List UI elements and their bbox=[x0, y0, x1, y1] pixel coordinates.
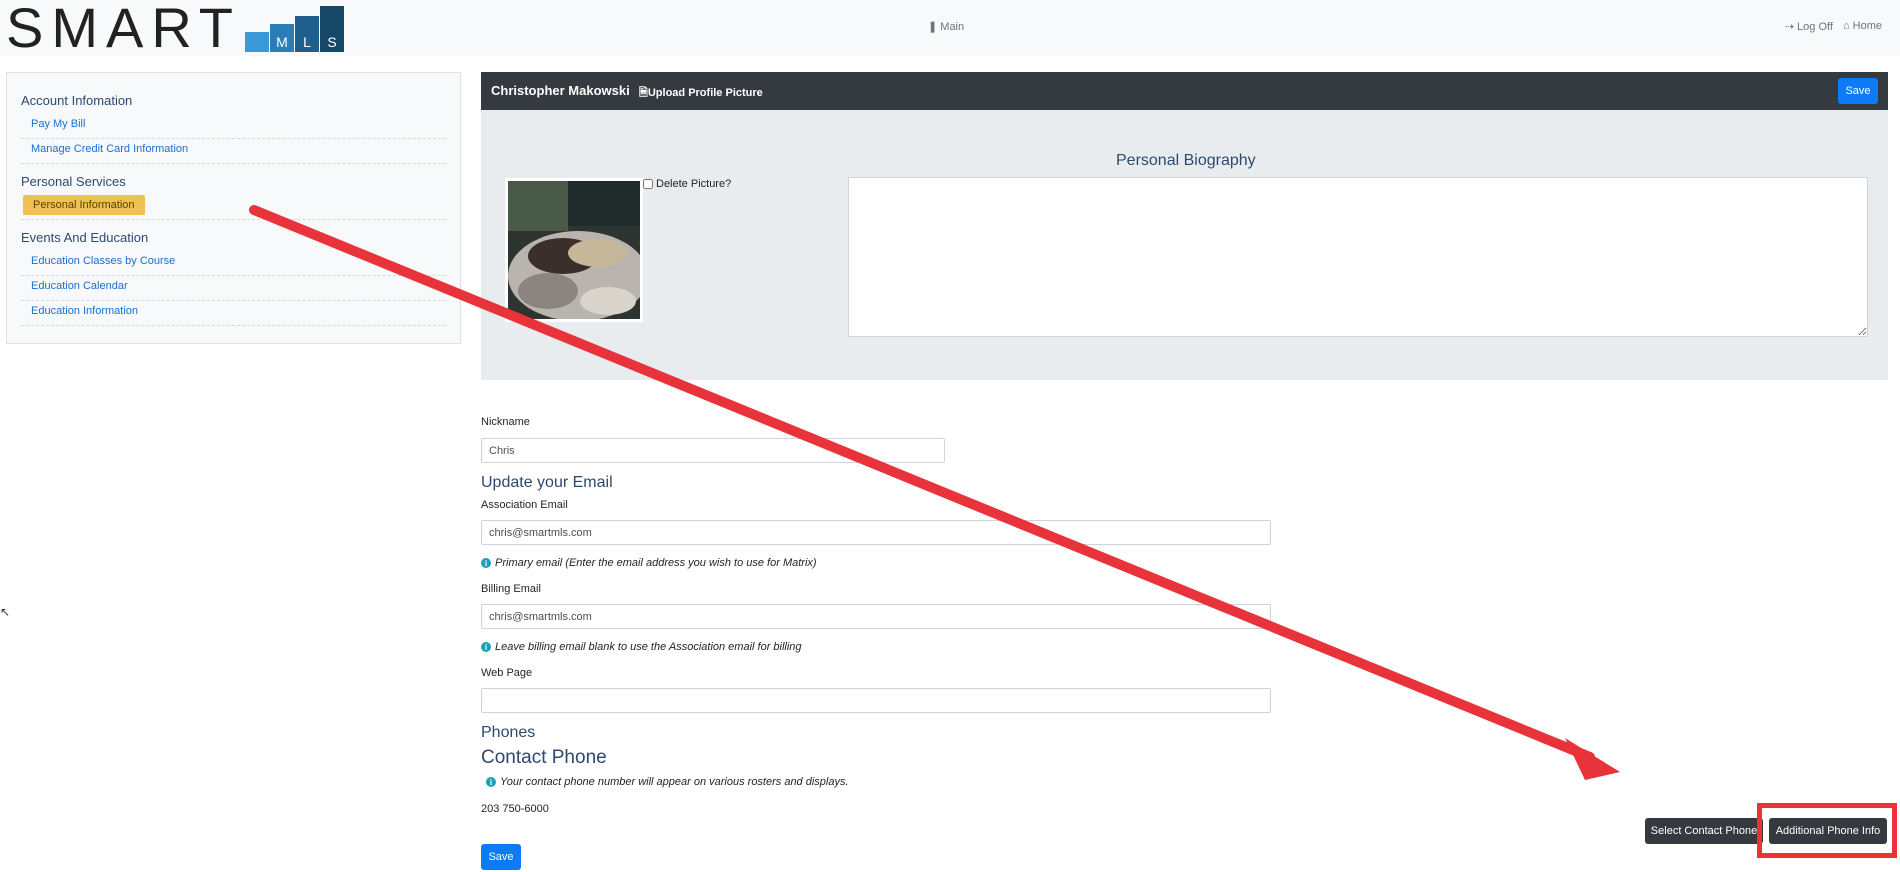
sidebar-item-personal-information[interactable]: Personal Information bbox=[23, 195, 145, 215]
home-icon: ⌂ bbox=[1842, 20, 1850, 32]
personal-biography-textarea[interactable] bbox=[848, 177, 1868, 337]
nav-main-link[interactable]: ❚ Main bbox=[928, 20, 964, 33]
logo-box: S bbox=[320, 6, 344, 52]
sidebar-section-title: Account Infomation bbox=[21, 93, 133, 108]
delete-picture-label: Delete Picture? bbox=[656, 178, 732, 190]
annotation-highlight-box bbox=[1757, 803, 1897, 858]
top-header: SMART M L S ❚ Main ⇢ Log Off ⌂ Home bbox=[0, 0, 1900, 56]
sidebar-section-title: Events And Education bbox=[21, 230, 149, 245]
main-icon: ❚ bbox=[928, 21, 938, 33]
logo-box: L bbox=[295, 16, 319, 52]
association-email-label: Association Email bbox=[481, 499, 568, 511]
nav-logoff-label: Log Off bbox=[1797, 21, 1833, 33]
nav-home-link[interactable]: ⌂ Home bbox=[1843, 20, 1882, 33]
profile-picture bbox=[505, 178, 643, 322]
billing-email-hint-text: Leave billing email blank to use the Ass… bbox=[495, 641, 802, 653]
contact-phone-hint: i Your contact phone number will appear … bbox=[486, 776, 849, 788]
delete-picture-checkbox[interactable] bbox=[643, 179, 653, 189]
association-email-hint-text: Primary email (Enter the email address y… bbox=[495, 557, 817, 569]
nickname-label: Nickname bbox=[481, 416, 530, 428]
upload-profile-picture-link[interactable]: 🗎Upload Profile Picture bbox=[639, 84, 763, 103]
sidebar-item-education-classes[interactable]: Education Classes by Course bbox=[21, 251, 446, 276]
sidebar-section-education: Events And Education Education Classes b… bbox=[21, 230, 446, 326]
info-icon: i bbox=[481, 558, 491, 568]
sidebar-section-account: Account Infomation Pay My Bill Manage Cr… bbox=[21, 93, 446, 164]
sidebar-section-personal: Personal Services Personal Information bbox=[21, 174, 446, 220]
sidebar-section-title: Personal Services bbox=[21, 174, 126, 189]
sidebar-item-education-information[interactable]: Education Information bbox=[21, 301, 446, 326]
sidebar-item-education-calendar[interactable]: Education Calendar bbox=[21, 276, 446, 301]
update-email-heading: Update your Email bbox=[481, 474, 613, 491]
file-icon: 🗎 bbox=[639, 87, 648, 99]
logo-letter: L bbox=[303, 34, 311, 50]
sidebar-item-pay-my-bill[interactable]: Pay My Bill bbox=[21, 114, 446, 139]
personal-biography-title: Personal Biography bbox=[1116, 152, 1256, 169]
contact-phone-heading: Contact Phone bbox=[481, 747, 607, 768]
nav-main-label: Main bbox=[940, 21, 965, 33]
association-email-hint: i Primary email (Enter the email address… bbox=[481, 557, 817, 569]
billing-email-input[interactable] bbox=[481, 604, 1271, 629]
nav-home-label: Home bbox=[1852, 20, 1882, 32]
profile-photo-image bbox=[508, 181, 640, 319]
logo-box: M bbox=[270, 24, 294, 52]
logo-letter: M bbox=[276, 34, 288, 50]
select-contact-phone-button[interactable]: Select Contact Phone bbox=[1645, 818, 1763, 844]
delete-picture-option[interactable]: Delete Picture? bbox=[643, 178, 731, 190]
logo-boxes: M L S bbox=[245, 4, 345, 52]
logo-letter: S bbox=[327, 34, 337, 50]
mouse-cursor-icon: ↖ bbox=[0, 605, 11, 619]
info-icon: i bbox=[481, 642, 491, 652]
save-button-top[interactable]: Save bbox=[1838, 78, 1878, 104]
contact-phone-hint-text: Your contact phone number will appear on… bbox=[500, 776, 849, 788]
contact-phone-value: 203 750-6000 bbox=[481, 803, 549, 815]
profile-name: Christopher Makowski bbox=[491, 83, 630, 98]
save-button-bottom[interactable]: Save bbox=[481, 844, 521, 870]
nav-right: ⇢ Log Off ⌂ Home bbox=[1785, 20, 1882, 33]
logo-text: SMART bbox=[6, 0, 241, 59]
sidebar: Account Infomation Pay My Bill Manage Cr… bbox=[6, 72, 461, 344]
billing-email-label: Billing Email bbox=[481, 583, 541, 595]
info-icon: i bbox=[486, 777, 496, 787]
nav-logoff-link[interactable]: ⇢ Log Off bbox=[1785, 20, 1833, 33]
profile-header-bar: Christopher Makowski 🗎Upload Profile Pic… bbox=[481, 72, 1888, 110]
logoff-icon: ⇢ bbox=[1784, 21, 1794, 33]
sidebar-item-manage-credit-card[interactable]: Manage Credit Card Information bbox=[21, 139, 446, 164]
sidebar-active-wrap: Personal Information bbox=[21, 195, 446, 220]
logo-box bbox=[245, 32, 269, 52]
web-page-label: Web Page bbox=[481, 667, 533, 679]
upload-label: Upload Profile Picture bbox=[647, 87, 763, 99]
annotation-arrow-head bbox=[1565, 738, 1620, 780]
billing-email-hint: i Leave billing email blank to use the A… bbox=[481, 641, 802, 653]
phones-heading: Phones bbox=[481, 724, 536, 741]
smartmls-logo[interactable]: SMART M L S bbox=[6, 0, 345, 59]
association-email-input[interactable] bbox=[481, 520, 1271, 545]
nickname-input[interactable] bbox=[481, 438, 945, 463]
profile-panel: Delete Picture? Personal Biography bbox=[481, 110, 1888, 380]
web-page-input[interactable] bbox=[481, 688, 1271, 713]
